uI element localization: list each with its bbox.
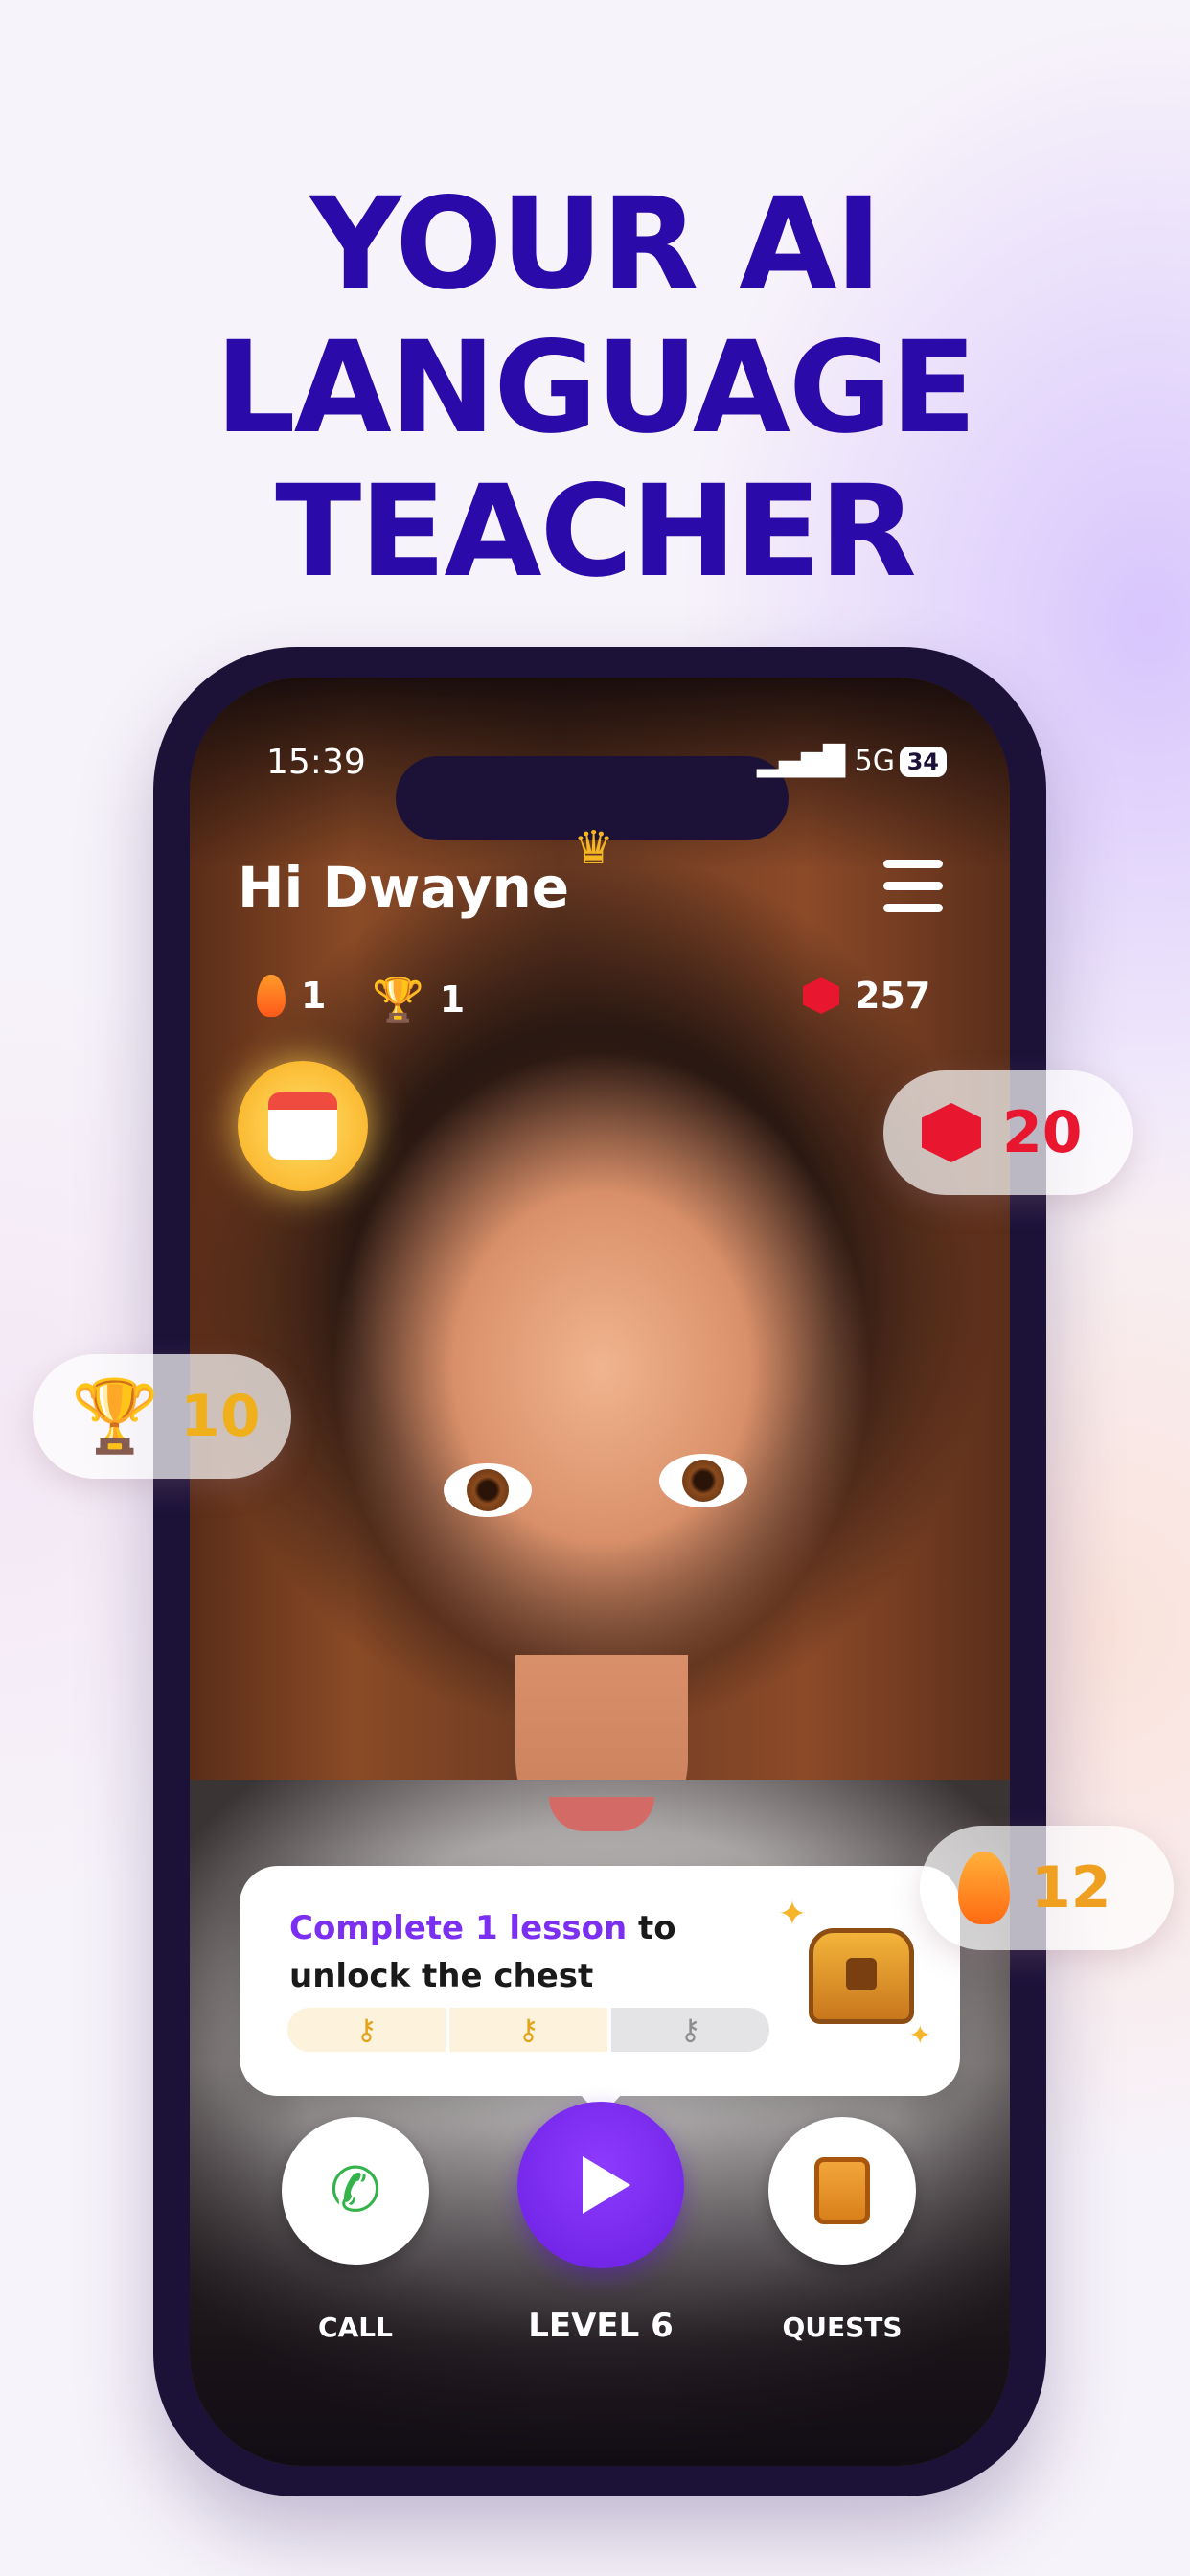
phone-frame: 15:39 ▂▄▆█ 5G 34 Hi Dwayne ♛ 1 🏆 1 257 C… [153, 647, 1046, 2496]
headline: YOUR AI LANGUAGE TEACHER [0, 172, 1190, 604]
headline-line-1: YOUR AI [309, 171, 881, 318]
streak-stat[interactable]: 1 [257, 975, 326, 1017]
calendar-icon [268, 1092, 337, 1160]
key-icon: ⚷ [611, 2008, 769, 2052]
flame-icon [958, 1852, 1010, 1924]
sparkle-icon: ✦ [777, 1895, 807, 1934]
trophy-reward-value: 10 [180, 1383, 261, 1450]
streak-reward-badge: 12 [920, 1826, 1174, 1950]
status-time: 15:39 [266, 743, 366, 782]
greeting-title: Hi Dwayne [238, 855, 570, 920]
menu-button[interactable] [883, 860, 943, 912]
gem-icon [922, 1103, 981, 1162]
lesson-text: Complete 1 lesson to unlock the chest [289, 1904, 692, 2000]
menu-icon [883, 860, 943, 868]
avatar-right-eye [659, 1454, 747, 1507]
battery-icon: 34 [899, 747, 947, 777]
trophy-icon: 🏆 [71, 1374, 160, 1458]
treasure-chest-icon [809, 1928, 914, 2024]
streak-count: 1 [301, 975, 327, 1017]
trophy-reward-badge: 🏆 10 [33, 1354, 291, 1479]
trophy-icon: 🏆 [372, 976, 424, 1024]
scroll-icon [814, 2157, 870, 2224]
call-button[interactable]: ✆ [282, 2117, 429, 2265]
signal-indicator: ▂▄▆█ 5G [756, 745, 895, 778]
gem-count: 257 [855, 975, 931, 1017]
key-icon: ⚷ [287, 2008, 446, 2052]
gem-stat[interactable]: 257 [803, 975, 930, 1017]
headline-line-3: TEACHER [275, 458, 917, 606]
daily-calendar-button[interactable] [238, 1061, 368, 1191]
flame-icon [257, 975, 286, 1017]
network-label: 5G [854, 745, 895, 778]
avatar-left-eye [444, 1463, 532, 1517]
gem-icon [803, 978, 839, 1014]
quests-button[interactable] [768, 2117, 916, 2265]
play-button[interactable] [517, 2102, 684, 2268]
streak-reward-value: 12 [1031, 1854, 1111, 1921]
status-bar: 15:39 ▂▄▆█ 5G 34 [190, 735, 1010, 840]
sparkle-icon: ✦ [908, 2019, 931, 2051]
gems-reward-value: 20 [1002, 1099, 1083, 1166]
gems-reward-badge: 20 [883, 1070, 1133, 1195]
key-icon: ⚷ [449, 2008, 607, 2052]
lesson-card[interactable]: Complete 1 lesson to unlock the chest ⚷ … [240, 1866, 960, 2117]
key-progress: ⚷ ⚷ ⚷ [287, 2008, 769, 2052]
headline-line-2: LANGUAGE [215, 314, 977, 462]
app-screen: 15:39 ▂▄▆█ 5G 34 Hi Dwayne ♛ 1 🏆 1 257 C… [190, 678, 1010, 2466]
trophy-stat[interactable]: 🏆 1 [372, 975, 465, 1024]
lesson-highlight: Complete 1 lesson [289, 1909, 628, 1947]
phone-icon: ✆ [330, 2155, 381, 2226]
play-icon [583, 2156, 630, 2214]
level-label: LEVEL 6 [528, 2307, 674, 2345]
quests-label: QUESTS [782, 2312, 903, 2343]
trophy-count: 1 [439, 978, 466, 1021]
crown-icon: ♛ [573, 821, 615, 875]
call-label: CALL [318, 2312, 393, 2343]
